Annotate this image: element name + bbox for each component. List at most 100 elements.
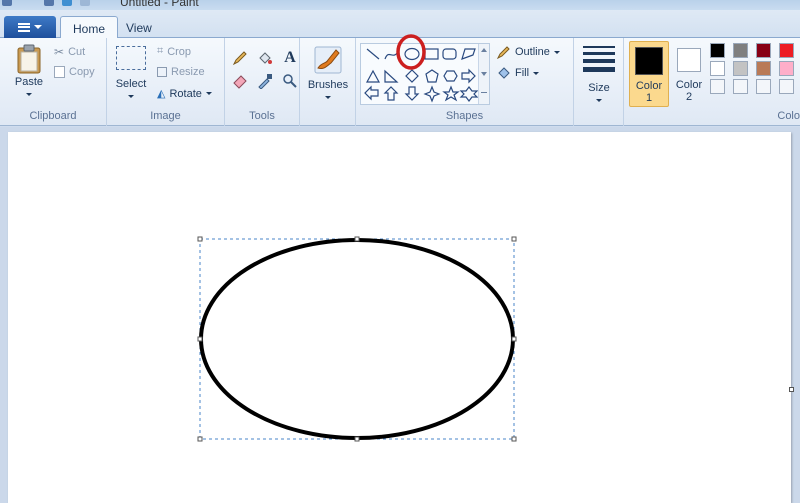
six-point-star-shape-icon[interactable]	[459, 86, 479, 102]
palette-swatch-brown[interactable]	[756, 61, 771, 76]
select-label: Select	[115, 78, 147, 90]
size-button[interactable]: Size	[578, 44, 620, 106]
copy-label: Copy	[69, 66, 95, 78]
chevron-down-icon	[128, 94, 134, 98]
palette-swatch-white[interactable]	[710, 61, 725, 76]
color-picker-icon[interactable]	[254, 71, 276, 91]
five-point-star-shape-icon[interactable]	[442, 85, 460, 102]
annotation-ring	[396, 34, 426, 70]
tab-home[interactable]: Home	[60, 16, 119, 39]
chevron-down-icon	[596, 98, 602, 102]
paste-button[interactable]: Paste	[8, 42, 50, 104]
drawn-oval[interactable]	[199, 238, 515, 440]
paste-label: Paste	[14, 76, 44, 88]
brushes-button[interactable]: Brushes	[302, 42, 354, 103]
copy-button[interactable]: Copy	[54, 66, 95, 78]
colors-group-label: Colo	[777, 110, 800, 122]
scroll-down-icon[interactable]	[481, 72, 487, 76]
gallery-scrollbar[interactable]	[478, 44, 489, 104]
right-arrow-shape-icon[interactable]	[461, 68, 476, 84]
color1-button[interactable]: Color 1	[629, 41, 669, 107]
color1-index: 1	[645, 92, 653, 104]
fill-button[interactable]: Fill	[497, 66, 540, 80]
left-arrow-shape-icon[interactable]	[364, 85, 379, 101]
palette-swatch-empty[interactable]	[756, 79, 771, 94]
resize-handle[interactable]	[354, 236, 360, 242]
menu-icon	[18, 22, 30, 32]
crop-button[interactable]: ⌗ Crop	[157, 45, 191, 58]
resize-handle[interactable]	[197, 336, 203, 342]
rotate-icon: ◭	[157, 88, 166, 100]
colors-group: Color 1 Color 2 Colo	[624, 38, 800, 126]
palette-swatch-red[interactable]	[779, 43, 794, 58]
undo-icon[interactable]	[62, 0, 72, 6]
title-bar: Untitled - Paint	[0, 0, 800, 10]
image-group: Select ⌗ Crop Resize ◭ Rotate Image	[107, 38, 225, 126]
hexagon-shape-icon[interactable]	[443, 70, 458, 82]
color2-label: Color	[675, 79, 703, 91]
resize-icon	[157, 67, 167, 77]
palette-swatch-gray[interactable]	[733, 43, 748, 58]
resize-label: Resize	[171, 66, 205, 78]
crop-label: Crop	[167, 45, 192, 58]
fill-bucket-icon[interactable]	[254, 48, 276, 68]
palette-swatch-light-gray[interactable]	[733, 61, 748, 76]
shapes-group: Outline Fill Shapes	[356, 34, 574, 126]
scissors-icon: ✂	[54, 45, 65, 59]
eraser-icon[interactable]	[229, 71, 251, 91]
cut-label: Cut	[68, 46, 86, 58]
ribbon: Paste ✂ Cut Copy Clipboard Select ⌗ Crop…	[0, 34, 800, 126]
redo-icon[interactable]	[80, 0, 90, 6]
triangle-shape-icon[interactable]	[365, 69, 381, 83]
outline-pen-icon	[497, 46, 510, 59]
resize-handle[interactable]	[511, 436, 517, 442]
color1-swatch	[635, 47, 663, 75]
drawing-canvas[interactable]	[8, 132, 791, 503]
line-width-icon	[583, 46, 615, 72]
brushes-label: Brushes	[307, 79, 349, 91]
polygon-shape-icon[interactable]	[461, 48, 476, 60]
palette-swatch-empty[interactable]	[710, 79, 725, 94]
color2-button[interactable]: Color 2	[673, 41, 705, 107]
select-rectangle-icon	[116, 46, 146, 70]
save-icon[interactable]	[44, 0, 54, 6]
rotate-button[interactable]: ◭ Rotate	[157, 87, 212, 100]
down-arrow-shape-icon[interactable]	[404, 86, 420, 101]
palette-swatch-empty[interactable]	[779, 79, 794, 94]
pencil-icon[interactable]	[229, 48, 251, 68]
resize-button[interactable]: Resize	[157, 66, 205, 78]
text-icon[interactable]: A	[279, 48, 301, 68]
palette-swatch-pink[interactable]	[779, 61, 794, 76]
palette-swatch-dark-red[interactable]	[756, 43, 771, 58]
resize-handle[interactable]	[197, 236, 203, 242]
canvas-resize-handle[interactable]	[789, 387, 794, 392]
resize-handle[interactable]	[197, 436, 203, 442]
chevron-down-icon	[553, 50, 560, 54]
chevron-down-icon	[34, 25, 42, 29]
clipboard-group: Paste ✂ Cut Copy Clipboard	[0, 38, 107, 126]
clipboard-group-label: Clipboard	[29, 110, 77, 122]
magnifier-icon[interactable]	[279, 71, 301, 91]
tab-view[interactable]: View	[114, 16, 164, 39]
size-label: Size	[588, 82, 610, 94]
crop-icon: ⌗	[157, 45, 164, 57]
select-button[interactable]: Select	[113, 46, 149, 102]
four-point-star-shape-icon[interactable]	[423, 85, 441, 103]
resize-handle[interactable]	[511, 236, 517, 242]
scroll-up-icon[interactable]	[481, 48, 487, 52]
resize-handle[interactable]	[511, 336, 517, 342]
chevron-down-icon	[533, 71, 540, 75]
up-arrow-shape-icon[interactable]	[383, 86, 399, 101]
resize-handle[interactable]	[354, 436, 360, 442]
rounded-rectangle-shape-icon[interactable]	[442, 48, 457, 60]
color2-swatch	[677, 48, 701, 72]
paint-menu-button[interactable]	[4, 16, 56, 38]
cut-button[interactable]: ✂ Cut	[54, 45, 85, 59]
shapes-group-label: Shapes	[445, 110, 484, 122]
palette-swatch-empty[interactable]	[733, 79, 748, 94]
outline-button[interactable]: Outline	[497, 45, 560, 59]
tools-group: A Tools	[225, 38, 300, 126]
palette-swatch-black[interactable]	[710, 43, 725, 58]
gallery-expand-icon[interactable]	[481, 92, 487, 98]
line-shape-icon[interactable]	[366, 48, 380, 60]
